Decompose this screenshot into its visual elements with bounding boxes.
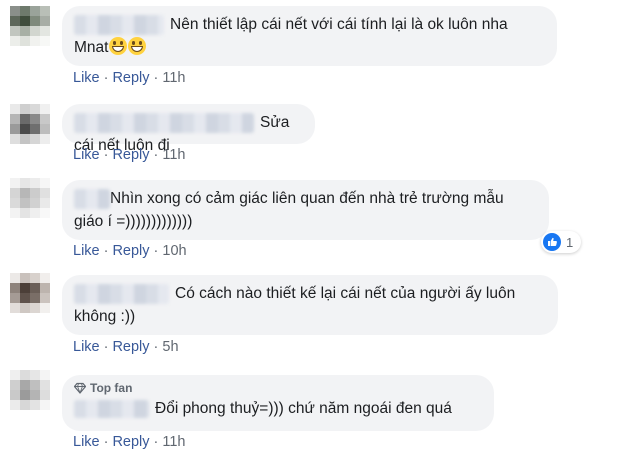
commenter-name[interactable] [74, 283, 169, 304]
timestamp[interactable]: 11h [162, 147, 185, 163]
comment-actions: Like · Reply · 11h [73, 434, 186, 450]
separator: · [153, 339, 159, 355]
diamond-icon [74, 382, 86, 394]
like-link[interactable]: Like [73, 147, 100, 163]
comment-text-line2: Mnat [74, 39, 109, 56]
separator: · [103, 243, 109, 259]
reply-link[interactable]: Reply [112, 243, 149, 259]
like-link[interactable]: Like [73, 70, 100, 86]
separator: · [153, 434, 159, 450]
comment-text-line1: Nên thiết lập cái nết với cái tính lại l… [170, 16, 508, 33]
reaction-count: 1 [566, 234, 574, 250]
timestamp[interactable]: 5h [162, 339, 178, 355]
separator: · [103, 434, 109, 450]
comment-bubble: Top fan Đổi phong thuỷ=))) chứ năm ngoái… [62, 375, 494, 431]
separator: · [153, 147, 159, 163]
commenter-name[interactable] [74, 14, 164, 35]
like-link[interactable]: Like [73, 434, 100, 450]
comment-bubble: Sửa cái nết luôn đi [62, 104, 315, 154]
comment-text-line2: giáo í =))))))))))))) [74, 213, 193, 230]
reply-link[interactable]: Reply [112, 339, 149, 355]
separator: · [153, 70, 159, 86]
grinning-face-with-smiling-eyes-icon [109, 37, 128, 55]
timestamp[interactable]: 11h [162, 70, 185, 86]
reply-link[interactable]: Reply [112, 434, 149, 450]
comment-text-line1: Có cách nào thiết kế lại cái nết của ngư… [175, 285, 516, 302]
commenter-name[interactable] [74, 399, 149, 418]
comment-bubble: Nên thiết lập cái nết với cái tính lại l… [62, 6, 557, 66]
like-link[interactable]: Like [73, 243, 100, 259]
comment-bubble: Nhìn xong có cảm giác liên quan đến nhà … [62, 180, 549, 240]
reaction-summary[interactable]: 1 [541, 231, 582, 253]
commenter-name[interactable] [74, 188, 110, 209]
top-fan-label: Top fan [90, 381, 133, 395]
comment-bubble: Có cách nào thiết kế lại cái nết của ngư… [62, 275, 558, 335]
like-link[interactable]: Like [73, 339, 100, 355]
top-fan-badge: Top fan [74, 381, 482, 395]
avatar[interactable] [10, 370, 50, 410]
reply-link[interactable]: Reply [112, 70, 149, 86]
comment-actions: Like · Reply · 5h [73, 339, 179, 355]
timestamp[interactable]: 10h [162, 243, 186, 259]
like-thumb-icon [543, 233, 561, 251]
reply-link[interactable]: Reply [112, 147, 149, 163]
comment-actions: Like · Reply · 11h [73, 147, 186, 163]
avatar[interactable] [10, 104, 50, 144]
timestamp[interactable]: 11h [162, 434, 185, 450]
comment-text-line2: không :)) [74, 308, 136, 325]
avatar[interactable] [10, 273, 50, 313]
comment-text: Đổi phong thuỷ=))) chứ năm ngoái đen quá [155, 400, 452, 417]
grinning-face-with-smiling-eyes-icon [128, 37, 147, 55]
separator: · [103, 147, 109, 163]
separator: · [103, 70, 109, 86]
separator: · [103, 339, 109, 355]
commenter-name[interactable] [74, 112, 254, 133]
separator: · [153, 243, 159, 259]
comment-actions: Like · Reply · 11h [73, 70, 186, 86]
avatar[interactable] [10, 6, 50, 46]
comment-actions: Like · Reply · 10h [73, 243, 187, 259]
avatar[interactable] [10, 178, 50, 218]
comment-text-line1: Nhìn xong có cảm giác liên quan đến nhà … [110, 190, 504, 207]
